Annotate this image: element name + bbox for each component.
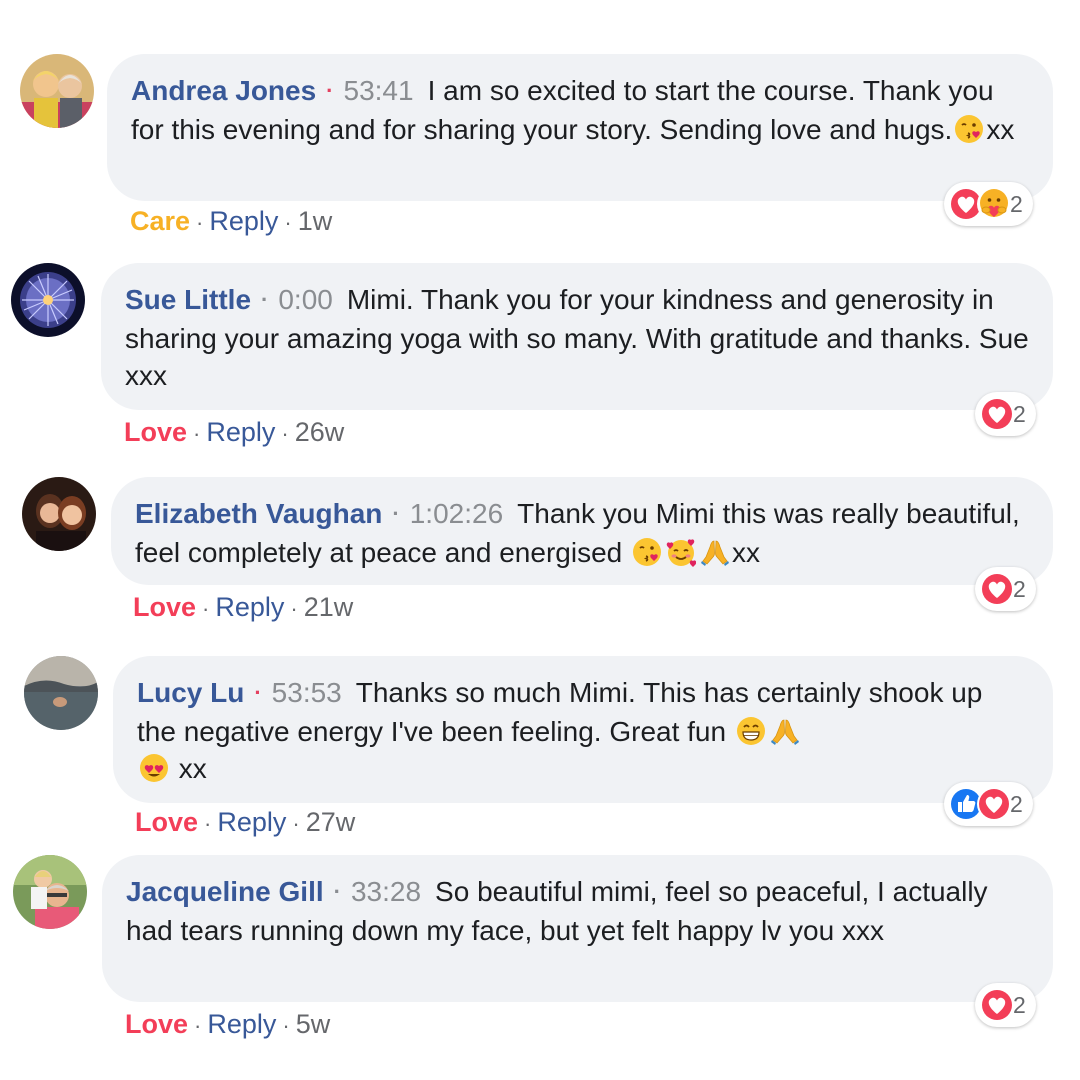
love-reaction-link[interactable]: Love [125,1009,188,1039]
comment-bubble: Jacqueline Gill · 33:28 So beautiful mimi, … [102,855,1053,1002]
comment-author[interactable]: Jacqueline Gill [126,876,324,907]
love-reaction-icon [979,987,1015,1023]
comment: Jacqueline Gill · 33:28 So beautiful mimi, … [0,0,1080,1060]
avatar[interactable] [13,855,87,929]
comment-age[interactable]: 5w [296,1009,331,1039]
reply-link[interactable]: Reply [207,1009,276,1039]
comment-timestamp[interactable]: 33:28 [351,876,421,907]
separator-dot: · [333,879,341,904]
reaction-summary[interactable]: 2 [975,983,1036,1027]
comment-actions: Love · Reply · 5w [125,1009,331,1039]
